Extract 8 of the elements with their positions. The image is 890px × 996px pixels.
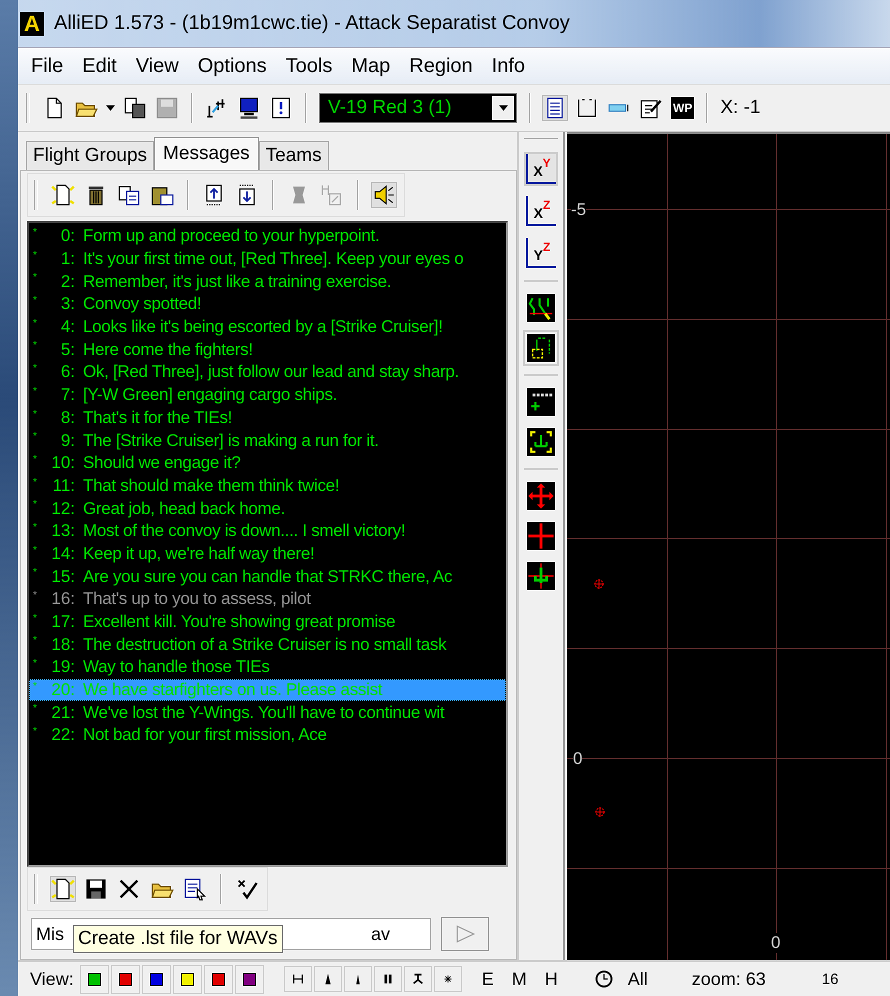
app-logo-icon: A <box>20 12 44 36</box>
window-title: AlliED 1.573 - (1b19m1cwc.tie) - Attack Separatist Convoy <box>54 12 570 35</box>
view-label: View: <box>30 968 74 990</box>
tooltip: Create .lst file for WAVs <box>73 925 283 953</box>
zoom-readout: zoom: 63 <box>692 968 766 990</box>
axis-label: 0 <box>771 933 780 953</box>
grid-size-readout: 16 <box>822 970 838 988</box>
coordinate-readout: X: -1 <box>720 97 760 119</box>
